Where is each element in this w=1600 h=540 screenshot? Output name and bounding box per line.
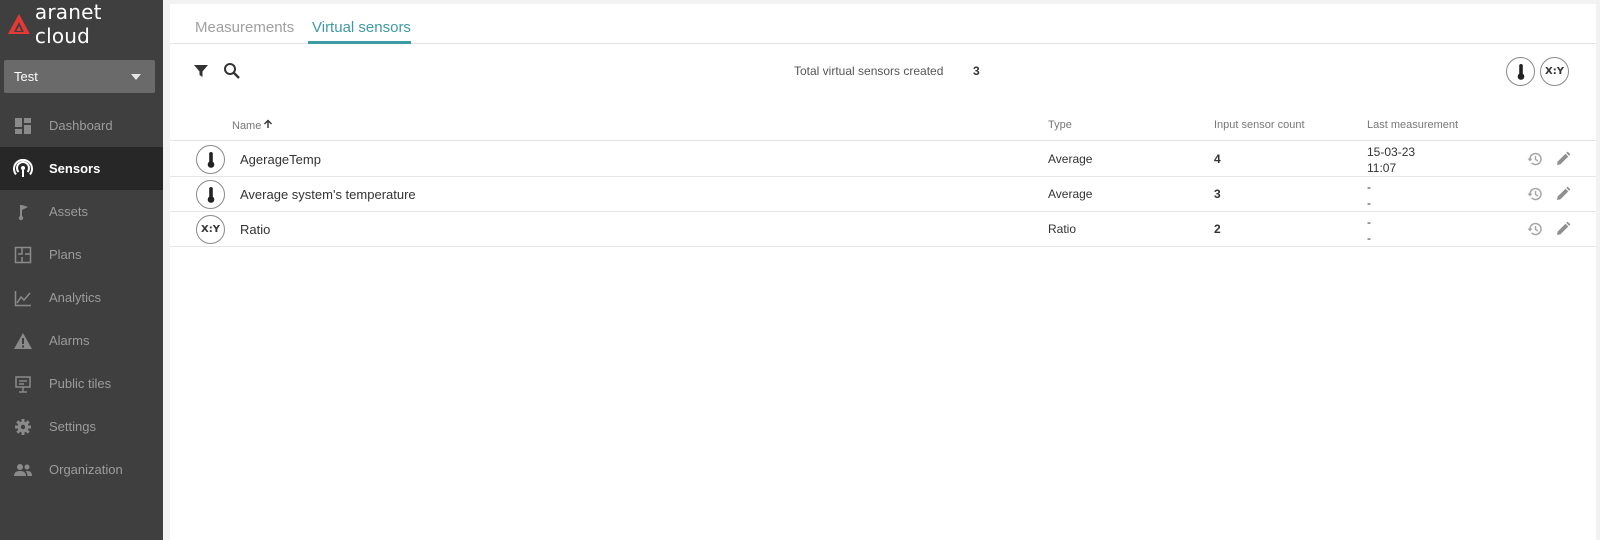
sidebar-item-dashboard[interactable]: Dashboard xyxy=(0,104,163,147)
workspace-select[interactable]: Test xyxy=(4,60,155,93)
history-icon[interactable] xyxy=(1526,185,1544,203)
sidebar-item-label: Assets xyxy=(49,204,89,219)
sensors-icon xyxy=(13,158,33,179)
add-average-sensor-button[interactable] xyxy=(1506,57,1535,86)
table-header: Name Type Input sensor count Last measur… xyxy=(170,108,1596,141)
sensor-type: Average xyxy=(1048,152,1093,166)
edit-icon[interactable] xyxy=(1554,150,1572,168)
last-measurement-time: 11:07 xyxy=(1367,161,1397,175)
sidebar-item-label: Sensors xyxy=(49,161,101,176)
workspace-label: Test xyxy=(14,69,38,84)
sidebar-item-alarms[interactable]: Alarms xyxy=(0,319,163,362)
total-virtual-sensors-count: 3 xyxy=(973,64,980,78)
sensor-name[interactable]: AgerageTemp xyxy=(240,152,321,167)
edit-icon[interactable] xyxy=(1554,220,1572,238)
last-measurement: - - xyxy=(1367,179,1371,211)
thermometer-icon xyxy=(207,186,214,203)
sensor-type-badge xyxy=(196,180,225,209)
sidebar-item-assets[interactable]: Assets xyxy=(0,190,163,233)
column-header-input-count[interactable]: Input sensor count xyxy=(1214,119,1305,131)
dashboard-icon xyxy=(13,116,33,136)
thermometer-icon xyxy=(1517,63,1524,80)
sensor-type-badge xyxy=(196,145,225,174)
sidebar-item-label: Public tiles xyxy=(49,376,112,391)
sidebar-item-label: Organization xyxy=(49,462,123,477)
active-tab-indicator xyxy=(308,41,411,44)
ratio-icon: X:Y xyxy=(1545,66,1564,77)
sidebar-item-label: Analytics xyxy=(49,290,102,305)
sensor-name[interactable]: Average system's temperature xyxy=(240,187,416,202)
sidebar-item-public-tiles[interactable]: Public tiles xyxy=(0,362,163,405)
sidebar-item-label: Plans xyxy=(49,247,82,262)
column-header-name[interactable]: Name xyxy=(232,119,273,132)
last-measurement-time: - xyxy=(1367,231,1371,245)
sensor-type: Ratio xyxy=(1048,222,1077,236)
sensor-type-badge: X:Y xyxy=(196,215,225,244)
history-icon[interactable] xyxy=(1526,220,1544,238)
table-row[interactable]: X:Y Ratio Ratio 2 - - xyxy=(170,212,1596,247)
tab-virtual-sensors[interactable]: Virtual sensors xyxy=(312,19,411,36)
alarms-icon xyxy=(13,331,33,351)
assets-icon xyxy=(13,202,33,222)
main-panel: Measurements Virtual sensors Total virtu… xyxy=(170,4,1596,540)
sidebar-item-sensors[interactable]: Sensors xyxy=(0,147,163,190)
table-row[interactable]: AgerageTemp Average 4 15-03-23 11:07 xyxy=(170,142,1596,177)
brand-name: aranet cloud xyxy=(34,0,102,48)
last-measurement-date: 15-03-23 xyxy=(1367,145,1416,159)
column-header-type[interactable]: Type xyxy=(1048,119,1072,131)
analytics-icon xyxy=(13,288,33,308)
organization-icon xyxy=(13,460,33,480)
column-header-last-measurement[interactable]: Last measurement xyxy=(1367,119,1458,131)
chevron-down-icon xyxy=(131,74,141,80)
edit-icon[interactable] xyxy=(1554,185,1572,203)
last-measurement: 15-03-23 11:07 xyxy=(1367,144,1415,176)
sidebar: aranet cloud Test Dashboard Sensors Asse… xyxy=(0,0,163,540)
input-sensor-count: 2 xyxy=(1214,222,1221,236)
input-sensor-count: 4 xyxy=(1214,152,1221,166)
last-measurement-date: - xyxy=(1367,180,1371,194)
last-measurement-date: - xyxy=(1367,215,1371,229)
last-measurement-time: - xyxy=(1367,196,1371,210)
sidebar-item-label: Dashboard xyxy=(49,118,113,133)
sensor-type: Average xyxy=(1048,187,1093,201)
search-icon[interactable] xyxy=(222,61,242,81)
aranet-logo-icon xyxy=(7,14,30,34)
ratio-icon: X:Y xyxy=(201,224,220,235)
public-tiles-icon xyxy=(13,374,33,394)
last-measurement: - - xyxy=(1367,214,1371,246)
sidebar-item-organization[interactable]: Organization xyxy=(0,448,163,491)
input-sensor-count: 3 xyxy=(1214,187,1221,201)
thermometer-icon xyxy=(207,151,214,168)
settings-icon xyxy=(13,417,33,437)
plans-icon xyxy=(13,245,33,265)
table-row[interactable]: Average system's temperature Average 3 -… xyxy=(170,177,1596,212)
sidebar-item-settings[interactable]: Settings xyxy=(0,405,163,448)
tab-bar: Measurements Virtual sensors xyxy=(170,4,1596,44)
tab-measurements[interactable]: Measurements xyxy=(195,19,294,36)
sort-ascending-icon xyxy=(263,119,273,132)
history-icon[interactable] xyxy=(1526,150,1544,168)
sidebar-item-plans[interactable]: Plans xyxy=(0,233,163,276)
total-virtual-sensors-label: Total virtual sensors created xyxy=(794,64,944,78)
aranet-logo[interactable]: aranet cloud xyxy=(7,0,163,48)
sensor-name[interactable]: Ratio xyxy=(240,222,270,237)
column-header-name-label: Name xyxy=(232,120,262,132)
sidebar-item-label: Settings xyxy=(49,419,96,434)
filter-icon[interactable] xyxy=(191,61,211,81)
sidebar-item-analytics[interactable]: Analytics xyxy=(0,276,163,319)
sidebar-item-label: Alarms xyxy=(49,333,90,348)
add-ratio-sensor-button[interactable]: X:Y xyxy=(1540,57,1569,86)
